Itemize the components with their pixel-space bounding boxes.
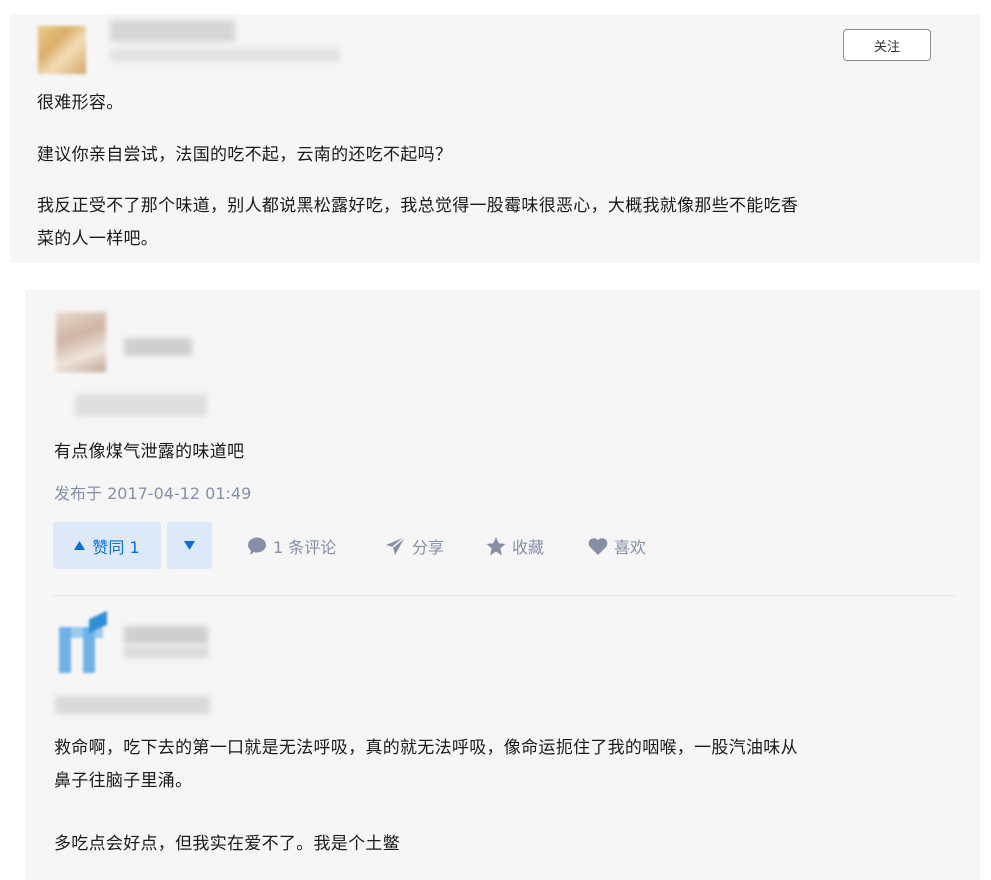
favorite-label: 收藏: [512, 538, 545, 557]
top-comment-card: 关注 很难形容。 建议你亲自尝试，法国的吃不起，云南的还吃不起吗？ 我反正受不了…: [10, 14, 980, 263]
blurred-username-2: [124, 646, 208, 658]
answer-paragraph: 多吃点会好点，但我实在爱不了。我是个土鳖: [54, 834, 400, 854]
blurred-user-bio: [110, 48, 340, 62]
downvote-button[interactable]: [167, 522, 212, 569]
blurred-username: [124, 338, 192, 356]
answer-paragraph: 救命啊，吃下去的第一口就是无法呼吸，真的就无法呼吸，像命运扼住了我的咽喉，一股汽…: [54, 738, 798, 758]
avatar[interactable]: [38, 26, 86, 74]
blurred-user-bio: [55, 696, 210, 714]
upvote-label: 赞同 1: [92, 537, 140, 557]
blurred-user-bio: [75, 394, 207, 416]
avatar[interactable]: [53, 610, 109, 675]
heart-icon: [588, 538, 608, 555]
answer-thread-card: 有点像煤气泄露的味道吧 发布于 2017-04-12 01:49 赞同 1 1 …: [25, 290, 980, 880]
comments-button[interactable]: 1 条评论: [247, 534, 336, 558]
upvote-button[interactable]: 赞同 1: [53, 522, 161, 569]
caret-down-icon: [184, 541, 195, 550]
star-icon: [486, 536, 506, 555]
comment-paragraph: 菜的人一样吧。: [37, 229, 159, 249]
share-icon: [386, 537, 406, 555]
share-label: 分享: [412, 538, 445, 557]
blurred-username: [110, 20, 235, 42]
avatar[interactable]: [56, 312, 106, 372]
comment-paragraph: 建议你亲自尝试，法国的吃不起，云南的还吃不起吗？: [37, 145, 453, 165]
answer-text: 有点像煤气泄露的味道吧: [54, 442, 245, 462]
caret-up-icon: [74, 541, 86, 550]
comment-icon: [248, 537, 266, 555]
publish-time[interactable]: 发布于 2017-04-12 01:49: [54, 480, 251, 504]
like-label: 喜欢: [614, 538, 647, 557]
comments-label: 1 条评论: [273, 538, 337, 557]
like-button[interactable]: 喜欢: [588, 534, 646, 558]
share-button[interactable]: 分享: [386, 534, 444, 558]
favorite-button[interactable]: 收藏: [486, 534, 544, 558]
comment-paragraph: 很难形容。: [37, 93, 124, 113]
divider: [54, 595, 954, 596]
answer-paragraph: 鼻子往脑子里涌。: [54, 771, 193, 791]
comment-paragraph: 我反正受不了那个味道，别人都说黑松露好吃，我总觉得一股霉味很恶心，大概我就像那些…: [37, 196, 799, 216]
blurred-username: [124, 626, 208, 644]
follow-button[interactable]: 关注: [843, 29, 931, 61]
